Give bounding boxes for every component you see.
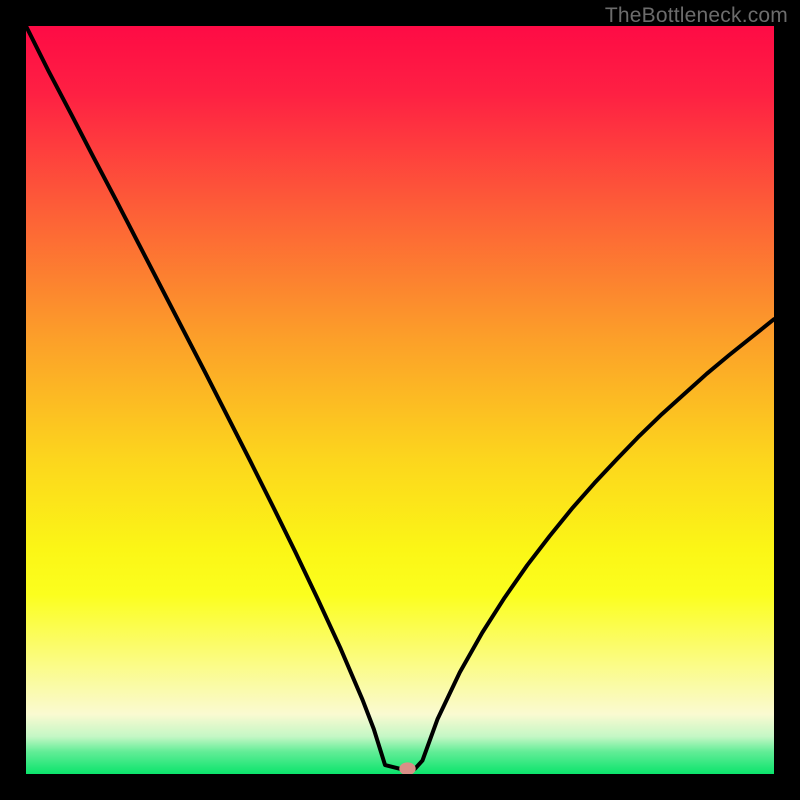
bottleneck-chart — [26, 26, 774, 774]
watermark-text: TheBottleneck.com — [605, 4, 788, 28]
chart-frame: TheBottleneck.com — [0, 0, 800, 800]
chart-background — [26, 26, 774, 774]
